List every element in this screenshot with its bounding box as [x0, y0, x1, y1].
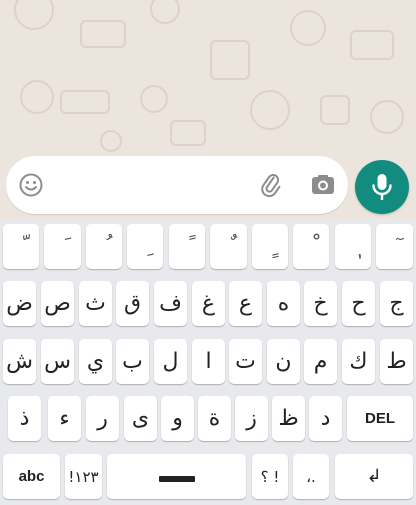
key-letter[interactable]: س: [41, 339, 74, 384]
microphone-icon: [372, 174, 392, 200]
key-diacritic[interactable]: ِ: [127, 224, 163, 269]
wallpaper-doodle: [350, 30, 394, 60]
keyboard-row-bottom: abc !١٢٣ ؟ ! ،. ↲: [0, 454, 416, 501]
numbers-switch-key[interactable]: !١٢٣: [65, 454, 102, 499]
wallpaper-doodle: [210, 40, 250, 80]
key-letter[interactable]: خ: [304, 281, 337, 326]
wallpaper-doodle: [20, 80, 54, 114]
punctuation-key[interactable]: ؟ !: [252, 454, 288, 499]
key-letter[interactable]: ك: [342, 339, 375, 384]
key-letter[interactable]: م: [304, 339, 337, 384]
key-letter[interactable]: ف: [154, 281, 187, 326]
key-letter[interactable]: ق: [116, 281, 149, 326]
comma-period-key[interactable]: ،.: [293, 454, 329, 499]
abc-switch-key[interactable]: abc: [3, 454, 60, 499]
keyboard-row-diacritics: ّ َ ُ ِ ً ٌ ٍ ْ ٖ ٓ: [0, 224, 416, 271]
key-letter[interactable]: ا: [192, 339, 225, 384]
key-diacritic[interactable]: ٍ: [252, 224, 288, 269]
keyboard-row-3: ش س ي ب ل ا ت ن م ك ط: [0, 339, 416, 386]
voice-message-button[interactable]: [355, 160, 409, 214]
wallpaper-doodle: [150, 0, 180, 24]
attach-button[interactable]: [256, 170, 286, 200]
key-letter[interactable]: ء: [48, 396, 81, 441]
key-diacritic[interactable]: ٌ: [210, 224, 247, 269]
key-letter[interactable]: ح: [342, 281, 375, 326]
space-bar-icon: [158, 475, 195, 482]
key-letter[interactable]: ذ: [8, 396, 41, 441]
camera-icon: [312, 175, 334, 194]
key-letter[interactable]: ن: [267, 339, 300, 384]
key-letter[interactable]: ر: [86, 396, 119, 441]
key-letter[interactable]: ث: [79, 281, 112, 326]
paperclip-icon: [261, 173, 281, 198]
wallpaper-doodle: [370, 100, 404, 134]
wallpaper-doodle: [14, 0, 54, 30]
key-letter[interactable]: ي: [79, 339, 112, 384]
key-letter[interactable]: ص: [41, 281, 74, 326]
emoji-icon: [19, 173, 43, 197]
arabic-keyboard: ّ َ ُ ِ ً ٌ ٍ ْ ٖ ٓ ض ص ث ق ف غ ع ه خ ح …: [0, 219, 416, 505]
message-composer: [6, 156, 348, 214]
key-letter[interactable]: ى: [124, 396, 157, 441]
camera-button[interactable]: [308, 170, 338, 200]
key-letter[interactable]: ت: [229, 339, 262, 384]
wallpaper-doodle: [290, 10, 326, 46]
key-letter[interactable]: ب: [116, 339, 149, 384]
key-diacritic[interactable]: ٖ: [335, 224, 371, 269]
key-diacritic[interactable]: ّ: [3, 224, 39, 269]
wallpaper-doodle: [80, 20, 126, 48]
key-letter[interactable]: ج: [380, 281, 413, 326]
key-diacritic[interactable]: َ: [44, 224, 81, 269]
key-letter[interactable]: ش: [3, 339, 36, 384]
key-letter[interactable]: ل: [154, 339, 187, 384]
key-letter[interactable]: غ: [192, 281, 225, 326]
key-letter[interactable]: ز: [235, 396, 268, 441]
space-key[interactable]: [107, 454, 246, 499]
key-diacritic[interactable]: ٓ: [376, 224, 413, 269]
emoji-button[interactable]: [16, 170, 46, 200]
wallpaper-doodle: [320, 95, 350, 125]
wallpaper-doodle: [60, 90, 110, 114]
key-letter[interactable]: ض: [3, 281, 36, 326]
wallpaper-doodle: [250, 90, 290, 130]
key-letter[interactable]: د: [309, 396, 342, 441]
message-input[interactable]: [58, 170, 248, 200]
wallpaper-doodle: [100, 130, 122, 152]
delete-key[interactable]: DEL: [347, 396, 413, 441]
key-letter[interactable]: ه: [267, 281, 300, 326]
key-letter[interactable]: و: [161, 396, 194, 441]
key-letter[interactable]: ع: [229, 281, 262, 326]
wallpaper-doodle: [140, 85, 168, 113]
keyboard-row-4: ذ ء ر ى و ة ز ظ د DEL: [0, 396, 416, 443]
key-letter[interactable]: ظ: [272, 396, 305, 441]
wallpaper-doodle: [170, 120, 206, 146]
key-diacritic[interactable]: ُ: [86, 224, 122, 269]
key-diacritic[interactable]: ْ: [293, 224, 329, 269]
enter-key[interactable]: ↲: [335, 454, 413, 499]
key-letter[interactable]: ط: [380, 339, 413, 384]
key-diacritic[interactable]: ً: [169, 224, 205, 269]
keyboard-row-2: ض ص ث ق ف غ ع ه خ ح ج: [0, 281, 416, 328]
key-letter[interactable]: ة: [198, 396, 231, 441]
